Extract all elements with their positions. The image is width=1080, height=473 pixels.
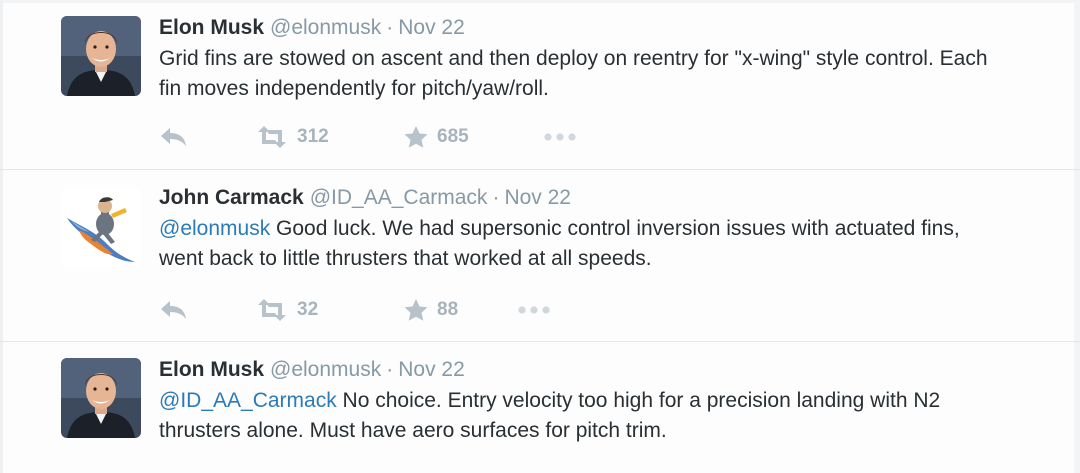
author-fullname[interactable]: John Carmack (159, 186, 304, 209)
tweet-text: @ID_AA_Carmack No choice. Entry velocity… (159, 386, 989, 446)
author-username[interactable]: @ID_AA_Carmack (310, 186, 488, 209)
elon-musk-avatar (61, 358, 141, 438)
tweet[interactable]: Elon Musk @elonmusk · Nov 22 Grid fins are … (0, 0, 1080, 170)
more-dots-icon (518, 306, 550, 314)
tweet-header: Elon Musk @elonmusk · Nov 22 (159, 357, 465, 383)
tweet[interactable]: Elon Musk @elonmusk · Nov 22 @ID_AA_Carmack… (0, 342, 1080, 473)
author-fullname[interactable]: Elon Musk (159, 358, 264, 381)
avatar[interactable] (61, 358, 141, 438)
mention-link[interactable]: @ID_AA_Carmack (159, 389, 337, 412)
favorite-button[interactable]: 88 (403, 296, 458, 324)
retweet-count: 32 (297, 299, 319, 320)
mention-link[interactable]: @elonmusk (159, 217, 270, 240)
elon-musk-avatar (61, 16, 141, 96)
favorite-count: 685 (437, 126, 469, 147)
more-button[interactable] (543, 123, 577, 151)
more-button[interactable] (517, 296, 551, 324)
tweet-header: John Carmack @ID_AA_Carmack · Nov 22 (159, 185, 571, 211)
tweet-timestamp[interactable]: Nov 22 (504, 186, 571, 209)
header-separator: · (492, 186, 500, 209)
retweet-button[interactable]: 312 (255, 123, 329, 151)
author-username[interactable]: @elonmusk (270, 358, 381, 381)
author-fullname[interactable]: Elon Musk (159, 16, 264, 39)
header-separator: · (386, 358, 394, 381)
favorite-button[interactable]: 685 (403, 123, 469, 151)
author-username[interactable]: @elonmusk (270, 16, 381, 39)
star-icon (404, 299, 428, 321)
favorite-count: 88 (437, 299, 459, 320)
tweet-text: @elonmusk Good luck. We had supersonic c… (159, 214, 989, 274)
avatar[interactable] (61, 188, 141, 268)
retweet-count: 312 (297, 126, 329, 147)
retweet-icon (258, 126, 286, 148)
star-icon (404, 126, 428, 148)
reply-icon (161, 301, 186, 319)
john-carmack-avatar (61, 188, 141, 268)
header-separator: · (386, 16, 394, 39)
reply-button[interactable] (159, 123, 189, 151)
tweet-timeline: Elon Musk @elonmusk · Nov 22 Grid fins are … (0, 0, 1080, 473)
avatar[interactable] (61, 16, 141, 96)
retweet-icon (258, 299, 286, 321)
tweet-timestamp[interactable]: Nov 22 (398, 16, 465, 39)
tweet-actions: 32 88 (159, 296, 659, 324)
tweet-actions: 312 685 (159, 123, 659, 151)
more-dots-icon (544, 133, 576, 141)
tweet-header: Elon Musk @elonmusk · Nov 22 (159, 15, 465, 41)
tweet-timestamp[interactable]: Nov 22 (398, 358, 465, 381)
tweet-text: Grid fins are stowed on ascent and then … (159, 47, 988, 100)
reply-button[interactable] (159, 296, 189, 324)
tweet[interactable]: John Carmack @ID_AA_Carmack · Nov 22 @elonm… (0, 170, 1080, 342)
reply-icon (161, 128, 186, 146)
tweet-body: Good luck. We had supersonic control inv… (159, 217, 960, 270)
retweet-button[interactable]: 32 (255, 296, 318, 324)
